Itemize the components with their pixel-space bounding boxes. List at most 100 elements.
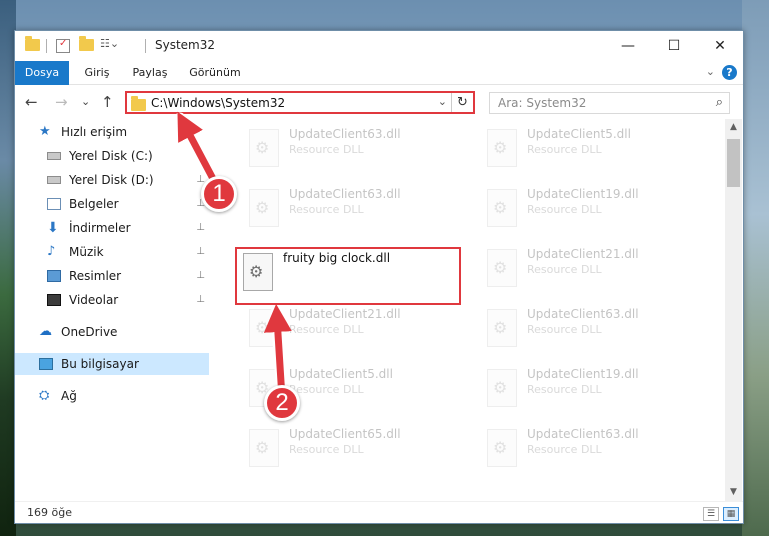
scroll-up-button[interactable]: ▲ [725,119,742,136]
file-item[interactable]: ⚙ UpdateClient63.dll Resource DLL [479,423,699,475]
item-count: 169 öğe [27,506,72,519]
file-item[interactable]: ⚙ UpdateClient63.dll Resource DLL [241,123,461,175]
status-bar: 169 öğe ☰ ▦ [15,501,743,523]
sidebar-item-label: Yerel Disk (D:) [69,173,154,187]
search-placeholder: Ara: System32 [498,96,587,110]
address-bar[interactable]: C:\Windows\System32 ⌄ ↻ [125,91,475,114]
new-folder-icon[interactable] [79,36,94,54]
gear-icon: ⚙ [249,262,264,281]
properties-icon[interactable]: ✓ [56,38,70,53]
dll-file-icon: ⚙ [487,309,517,347]
ribbon-tabs: Dosya Giriş Paylaş Görünüm ⌄ ? [15,61,743,113]
desktop-background-right [742,0,769,536]
target-dll-file[interactable]: ⚙ fruity big clock.dll [235,247,461,305]
file-name: UpdateClient5.dll [289,367,393,381]
documents-icon [47,198,61,210]
dll-file-icon: ⚙ [487,189,517,227]
tiles-view-button[interactable]: ▦ [723,507,739,521]
recent-locations-button[interactable]: ⌄ [81,95,90,108]
sidebar-item[interactable]: Belgeler ⊥ [15,193,209,215]
sidebar-item-label: Resimler [69,269,122,283]
pin-icon[interactable]: ⊥ [196,241,205,263]
pin-icon[interactable]: ⊥ [196,289,205,311]
pin-icon[interactable]: ⊥ [196,265,205,287]
tab-share[interactable]: Paylaş [125,61,175,85]
sidebar-item[interactable]: ★ Hızlı erişim [15,121,209,143]
sidebar-item[interactable]: ⬇ İndirmeler ⊥ [15,217,209,239]
up-button[interactable]: ↑ [101,93,114,111]
dll-file-icon: ⚙ [487,249,517,287]
maximize-button[interactable]: ☐ [651,31,697,61]
sidebar-item[interactable]: Yerel Disk (D:) ⊥ [15,169,209,191]
step-1-badge: 1 [201,176,237,212]
file-item[interactable]: ⚙ UpdateClient5.dll Resource DLL [479,123,699,175]
file-item[interactable]: ⚙ UpdateClient19.dll Resource DLL [479,183,699,235]
file-item[interactable]: ⚙ UpdateClient21.dll Resource DLL [479,243,699,295]
file-item[interactable]: ⚙ UpdateClient65.dll Resource DLL [241,423,461,475]
file-type: Resource DLL [289,143,364,156]
pin-icon[interactable]: ⊥ [196,145,205,167]
collapse-ribbon-icon[interactable]: ⌄ [706,65,715,78]
dll-file-icon: ⚙ [243,253,273,291]
customize-toolbar-icon[interactable]: ☷⌄ [100,37,119,53]
scrollbar-thumb[interactable] [727,139,740,187]
file-name: fruity big clock.dll [283,251,391,265]
sidebar-item[interactable]: Resimler ⊥ [15,265,209,287]
file-type: Resource DLL [527,443,602,456]
file-type: Resource DLL [289,323,364,336]
sidebar-item[interactable]: ♪ Müzik ⊥ [15,241,209,263]
vertical-scrollbar[interactable]: ▲ ▼ [725,119,742,501]
divider [145,39,146,53]
gear-icon: ⚙ [255,198,270,217]
sidebar-item[interactable]: ☁ OneDrive [15,321,209,343]
file-list: ⚙ UpdateClient63.dll Resource DLL ⚙ UpdateCl… [211,119,725,501]
dll-file-icon: ⚙ [249,129,279,167]
file-type: Resource DLL [289,443,364,456]
forward-button[interactable]: → [55,93,68,111]
folder-icon [131,96,146,111]
gear-icon: ⚙ [493,138,508,157]
search-icon[interactable]: ⌕ [716,95,723,110]
folder-icon [25,36,40,54]
details-view-button[interactable]: ☰ [703,507,719,521]
computer-icon [39,358,53,370]
address-path: C:\Windows\System32 [151,96,286,110]
title-bar: ✓ ☷⌄ System32 — ☐ ✕ [15,31,743,61]
explorer-window: ✓ ☷⌄ System32 — ☐ ✕ Dosya Giriş Paylaş G… [14,30,744,524]
tab-home[interactable]: Giriş [77,61,117,85]
file-type: Resource DLL [289,203,364,216]
file-item[interactable]: ⚙ UpdateClient63.dll Resource DLL [479,303,699,355]
pin-icon[interactable]: ⊥ [196,217,205,239]
file-item[interactable]: ⚙ UpdateClient19.dll Resource DLL [479,363,699,415]
sidebar-item-label: Bu bilgisayar [61,357,139,371]
sidebar-item[interactable]: Yerel Disk (C:) ⊥ [15,145,209,167]
tab-view[interactable]: Görünüm [187,61,243,85]
file-name: UpdateClient65.dll [289,427,401,441]
navigation-bar: ← → ⌄ ↑ C:\Windows\System32 ⌄ ↻ Ara: Sys… [15,85,743,119]
close-button[interactable]: ✕ [697,31,743,61]
gear-icon: ⚙ [493,378,508,397]
gear-icon: ⚙ [493,198,508,217]
navigation-pane: ★ Hızlı erişim Yerel Disk (C:) ⊥ Yerel Disk … [15,119,209,501]
file-item[interactable]: ⚙ UpdateClient63.dll Resource DLL [241,183,461,235]
scroll-down-button[interactable]: ▼ [725,484,742,501]
file-item[interactable]: ⚙ UpdateClient21.dll Resource DLL [241,303,461,355]
file-name: UpdateClient63.dll [289,187,401,201]
search-input[interactable]: Ara: System32 ⌕ [489,92,730,114]
help-icon[interactable]: ? [722,65,737,80]
file-name: UpdateClient21.dll [289,307,401,321]
gear-icon: ⚙ [255,438,270,457]
back-button[interactable]: ← [25,93,38,111]
refresh-button[interactable]: ↻ [451,93,473,112]
sidebar-item-label: OneDrive [61,325,118,339]
sidebar-item[interactable]: Bu bilgisayar [15,353,209,375]
sidebar-item[interactable]: ⛭ Ağ [15,385,209,407]
file-name: UpdateClient63.dll [527,307,639,321]
step-2-badge: 2 [264,385,300,421]
sidebar-item-label: Müzik [69,245,104,259]
window-title: System32 [155,38,216,52]
videos-icon [47,294,61,306]
address-dropdown-icon[interactable]: ⌄ [438,95,447,108]
minimize-button[interactable]: — [605,31,651,61]
sidebar-item[interactable]: Videolar ⊥ [15,289,209,311]
